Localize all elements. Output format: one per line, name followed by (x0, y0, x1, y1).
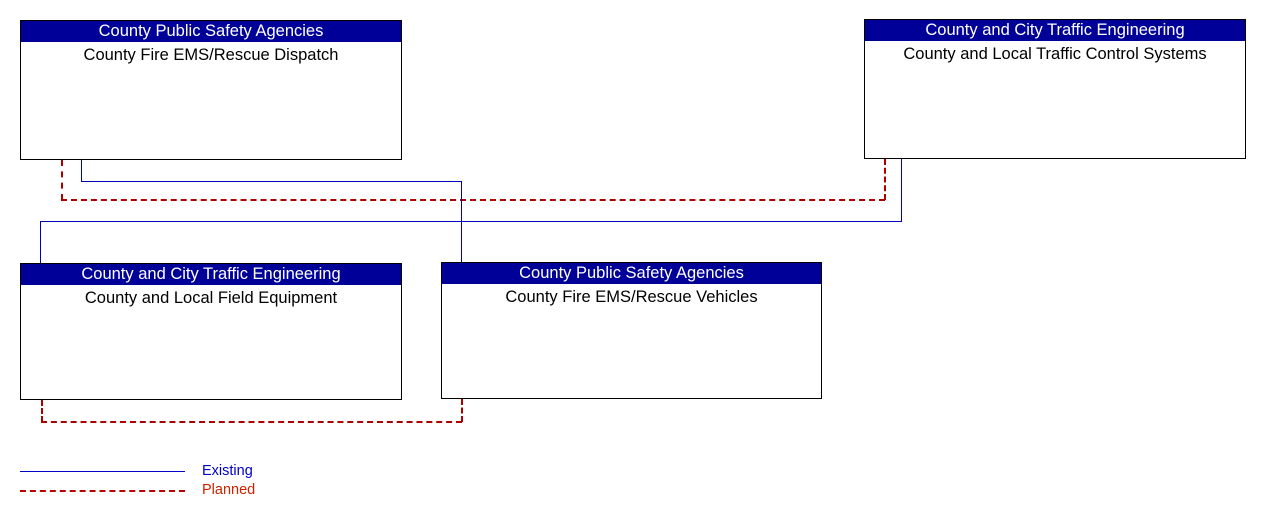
node-county-and-local-field-equipment[interactable]: County and City Traffic Engineering Coun… (20, 263, 402, 400)
diagram-canvas: County Public Safety Agencies County Fir… (0, 0, 1261, 520)
node-name-label: County and Local Traffic Control Systems (903, 45, 1207, 63)
node-name-label: County Fire EMS/Rescue Vehicles (505, 288, 758, 306)
legend-item-existing: Existing (20, 462, 320, 481)
connector-planned-dispatch-vertical (61, 160, 63, 200)
connector-existing-dispatch-horizontal (81, 181, 462, 182)
node-stakeholder-label: County Public Safety Agencies (442, 263, 821, 284)
connector-existing-field-equipment-vertical (40, 221, 41, 264)
legend-item-planned: Planned (20, 481, 320, 500)
connector-planned-dispatch-horizontal (61, 199, 885, 201)
connector-existing-dispatch-vertical (81, 160, 82, 182)
legend: Existing Planned (20, 462, 320, 500)
node-county-fire-ems-rescue-vehicles[interactable]: County Public Safety Agencies County Fir… (441, 262, 822, 399)
node-county-and-local-traffic-control-systems[interactable]: County and City Traffic Engineering Coun… (864, 19, 1246, 159)
connector-planned-bottom-horizontal (41, 421, 462, 423)
connector-existing-vehicles-vertical (461, 181, 462, 263)
node-stakeholder-label: County Public Safety Agencies (21, 21, 401, 42)
connector-existing-traffic-control-vertical (901, 159, 902, 222)
connector-existing-traffic-control-horizontal (40, 221, 902, 222)
node-name-label: County Fire EMS/Rescue Dispatch (83, 46, 339, 64)
legend-label-planned: Planned (202, 482, 256, 498)
legend-line-existing-icon (20, 471, 185, 472)
node-stakeholder-label: County and City Traffic Engineering (21, 264, 401, 285)
node-name-label: County and Local Field Equipment (84, 289, 338, 307)
node-county-fire-ems-rescue-dispatch[interactable]: County Public Safety Agencies County Fir… (20, 20, 402, 160)
legend-label-existing: Existing (202, 463, 253, 479)
connector-planned-field-equipment-vertical (41, 400, 43, 422)
connector-planned-traffic-control-vertical (884, 159, 886, 200)
connector-planned-vehicles-vertical (461, 399, 463, 422)
node-stakeholder-label: County and City Traffic Engineering (865, 20, 1245, 41)
legend-line-planned-icon (20, 490, 185, 492)
